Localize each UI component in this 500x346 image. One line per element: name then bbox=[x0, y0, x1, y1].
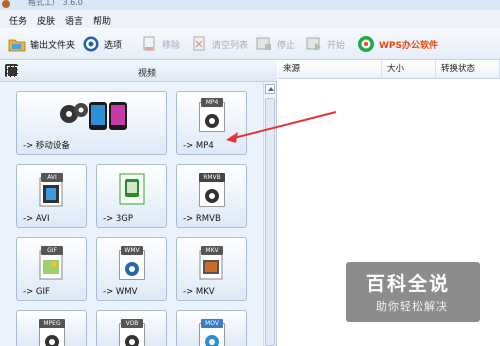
watermark-title: 百科全说 bbox=[366, 273, 451, 295]
watermark-subtitle: 助你轻松解决 bbox=[376, 300, 448, 313]
watermark: 百科全说 助你轻松解决 bbox=[346, 262, 480, 322]
